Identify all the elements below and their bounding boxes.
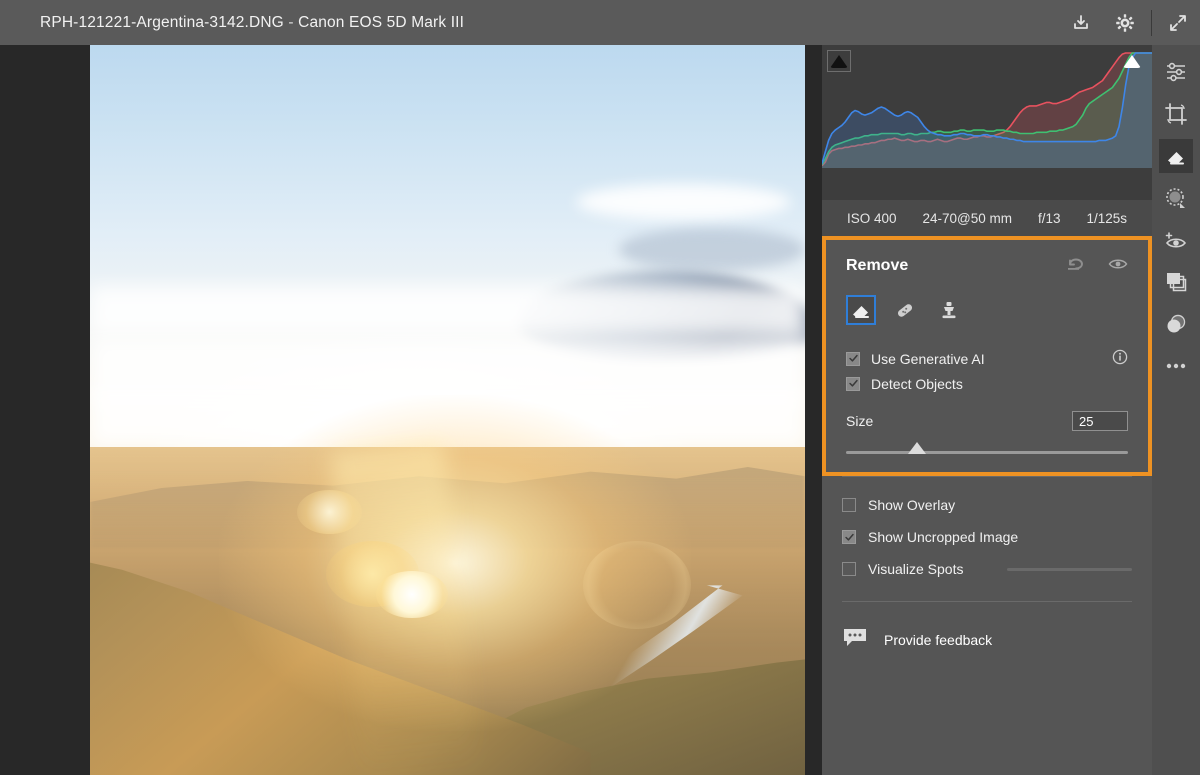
shutter-value: 1/125s <box>1086 210 1128 226</box>
eraser-tool[interactable] <box>846 295 876 325</box>
size-row: Size 25 <box>846 410 1128 432</box>
photo-cloud-wisp <box>576 183 791 221</box>
visualize-spots-checkbox[interactable] <box>842 562 856 576</box>
exif-metadata-bar: ISO 400 24-70@50 mm f/13 1/125s <box>822 200 1152 236</box>
shadow-clip-icon <box>830 54 848 68</box>
detect-objects-label: Detect Objects <box>871 375 963 392</box>
check-icon <box>848 379 858 387</box>
info-icon[interactable] <box>1112 349 1128 368</box>
gear-icon[interactable] <box>1103 0 1147 45</box>
highlight-clipping-indicator[interactable] <box>1120 50 1144 72</box>
size-slider-track <box>846 451 1128 454</box>
detect-objects-row[interactable]: Detect Objects <box>846 371 1128 396</box>
camera-label: Canon EOS 5D Mark III <box>298 13 465 31</box>
remove-panel: Remove Use Generative AI Detect Objects … <box>822 236 1152 476</box>
aperture-value: f/13 <box>1037 210 1061 226</box>
titlebar-divider <box>1151 9 1152 36</box>
visualize-spots-row[interactable]: Visualize Spots <box>842 553 1132 585</box>
red-eye-icon[interactable] <box>1159 223 1193 257</box>
download-icon[interactable] <box>1059 0 1103 45</box>
undo-icon[interactable] <box>1066 255 1086 278</box>
show-uncropped-image-label: Show Uncropped Image <box>868 529 1019 545</box>
photo-editor-window: RPH-121221-Argentina-3142.DNG - Canon EO… <box>0 0 1200 775</box>
remove-panel-header-actions <box>1066 255 1128 278</box>
versions-icon[interactable] <box>1159 265 1193 299</box>
divider-bottom <box>842 601 1132 602</box>
use-generative-ai-row[interactable]: Use Generative AI <box>846 346 1128 371</box>
photo-sun <box>376 570 448 619</box>
eraser-icon[interactable] <box>1159 139 1193 173</box>
speech-bubble-icon <box>842 627 868 654</box>
titlebar-actions <box>1059 0 1200 45</box>
heal-tool[interactable] <box>890 295 920 325</box>
divider-top <box>842 476 1132 477</box>
show-overlay-checkbox[interactable] <box>842 498 856 512</box>
histogram-plot <box>822 52 1152 168</box>
titlebar: RPH-121221-Argentina-3142.DNG - Canon EO… <box>0 0 1200 45</box>
photo-cloud-band-1 <box>90 285 805 337</box>
photo-lens-flare-2 <box>297 490 362 535</box>
presets-icon[interactable] <box>1159 307 1193 341</box>
check-icon <box>844 533 854 541</box>
title-separator: - <box>288 13 294 31</box>
right-panel: ISO 400 24-70@50 mm f/13 1/125s Remove U… <box>822 45 1152 775</box>
remove-panel-title: Remove <box>846 257 909 274</box>
show-overlay-row[interactable]: Show Overlay <box>842 489 1132 521</box>
more-options-icon[interactable] <box>1159 349 1193 383</box>
filename-label: RPH-121221-Argentina-3142.DNG <box>40 13 284 31</box>
tool-rail <box>1152 45 1200 775</box>
show-uncropped-image-checkbox[interactable] <box>842 530 856 544</box>
size-label: Size <box>846 413 874 429</box>
iso-value: ISO 400 <box>846 210 897 226</box>
view-options: Show Overlay Show Uncropped Image Visual… <box>822 476 1152 660</box>
photo-lens-flare-ring <box>583 541 691 629</box>
photo-preview[interactable] <box>90 45 805 775</box>
fullscreen-icon[interactable] <box>1156 0 1200 45</box>
masking-icon[interactable] <box>1159 181 1193 215</box>
size-slider-thumb[interactable] <box>907 442 926 454</box>
use-generative-ai-checkbox[interactable] <box>846 351 860 366</box>
highlight-clip-icon <box>1123 54 1141 68</box>
show-overlay-label: Show Overlay <box>868 497 956 513</box>
remove-panel-header: Remove <box>846 252 1128 280</box>
eye-icon[interactable] <box>1108 257 1128 276</box>
crop-icon[interactable] <box>1159 97 1193 131</box>
remove-tools <box>846 292 1128 328</box>
provide-feedback-label: Provide feedback <box>884 632 993 648</box>
lens-value: 24-70@50 mm <box>922 210 1012 226</box>
check-icon <box>848 354 858 362</box>
size-input[interactable]: 25 <box>1072 411 1128 431</box>
edit-sliders-icon[interactable] <box>1159 55 1193 89</box>
size-slider[interactable] <box>846 440 1128 456</box>
clone-tool[interactable] <box>934 295 964 325</box>
photo-cloud-upper <box>619 227 805 272</box>
show-uncropped-image-row[interactable]: Show Uncropped Image <box>842 521 1132 553</box>
image-canvas[interactable] <box>0 45 822 775</box>
detect-objects-checkbox[interactable] <box>846 376 860 391</box>
provide-feedback-row[interactable]: Provide feedback <box>842 620 1132 660</box>
visualize-spots-label: Visualize Spots <box>868 561 964 577</box>
page-title: RPH-121221-Argentina-3142.DNG - Canon EO… <box>40 14 464 32</box>
shadow-clipping-indicator[interactable] <box>827 50 851 72</box>
visualize-spots-slider[interactable] <box>1007 567 1132 571</box>
use-generative-ai-label: Use Generative AI <box>871 350 985 367</box>
histogram[interactable] <box>822 45 1152 200</box>
